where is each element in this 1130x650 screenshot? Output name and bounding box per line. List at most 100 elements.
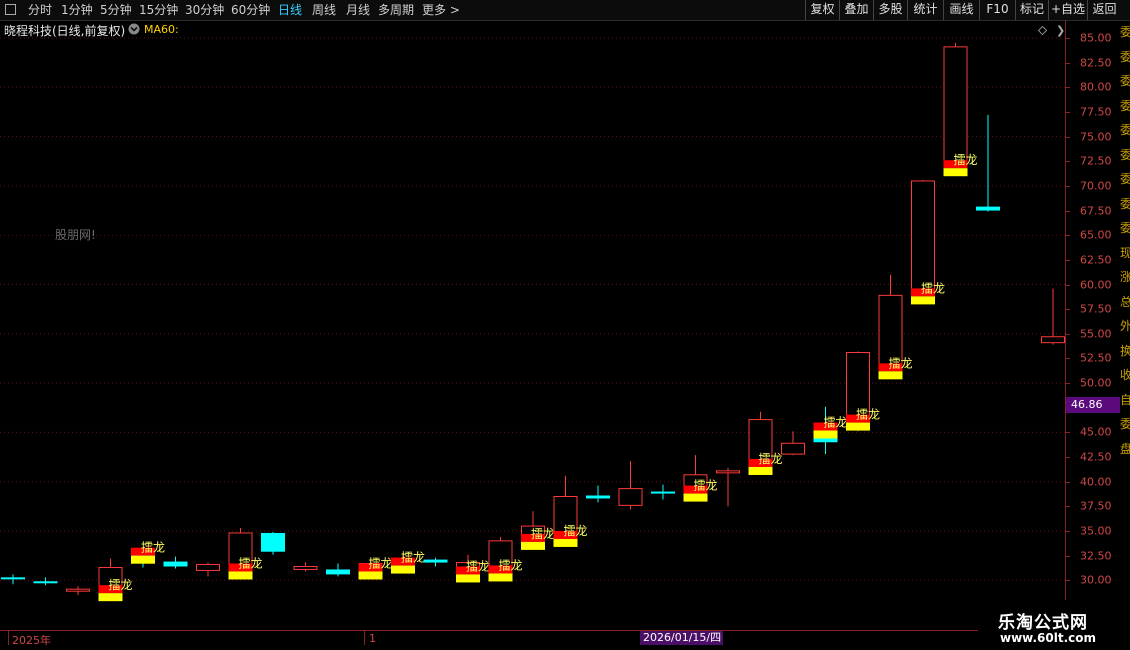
signal-label: 擂龙 [499, 558, 523, 572]
signal-yellow-block [683, 493, 708, 502]
month-label: 1 [369, 632, 376, 645]
price-tick [1066, 161, 1070, 163]
candle-body [651, 491, 675, 494]
candle[interactable] [618, 460, 643, 510]
candle[interactable]: 擂龙 [911, 179, 945, 305]
signal-label: 擂龙 [759, 452, 783, 466]
signal-yellow-block [911, 296, 935, 305]
candle-body [423, 559, 448, 563]
candle[interactable]: 擂龙 [521, 511, 555, 550]
candle-body [618, 488, 643, 506]
price-tick [1066, 87, 1070, 89]
price-tick [1066, 580, 1070, 582]
candle-body [163, 561, 188, 567]
candle[interactable] [586, 485, 610, 503]
candle[interactable] [261, 531, 285, 555]
quote-panel-char: 自 [1120, 392, 1130, 407]
price-tick [1066, 259, 1070, 261]
quote-panel-char: 委 [1120, 196, 1130, 211]
signal-yellow-block [553, 538, 578, 547]
price-tick [1066, 506, 1070, 508]
year-label: 2025年 [12, 634, 51, 647]
candle[interactable]: 擂龙 [846, 351, 880, 432]
candle[interactable] [1041, 288, 1065, 345]
candle[interactable] [163, 556, 188, 569]
quote-panel-char: 委 [1120, 25, 1130, 39]
signal-yellow-block [131, 555, 155, 564]
price-grid [0, 37, 1065, 581]
candle[interactable]: 擂龙 [748, 411, 783, 475]
candle[interactable] [716, 467, 740, 507]
price-tick-label: 42.50 [1080, 450, 1112, 464]
signal-label: 擂龙 [889, 356, 913, 370]
quote-panel-strip: 委委委委委委委委委现涨总外换收自委盘 [1120, 20, 1130, 630]
price-tick-label: 75.00 [1080, 130, 1112, 144]
candle[interactable] [651, 484, 675, 500]
candle[interactable] [423, 557, 448, 567]
site-logo: 乐淘公式网 www.60lt.com [978, 600, 1130, 650]
candle-series: 擂龙擂龙擂龙 擂龙 擂龙擂龙 擂龙擂龙 擂龙擂龙擂龙擂龙擂龙擂龙擂龙擂龙 [1, 42, 1065, 602]
watermark-text: 股朋网! [55, 228, 96, 242]
candle[interactable]: 擂龙 [98, 558, 133, 602]
signal-yellow-block [846, 422, 870, 431]
signal-yellow-block [228, 571, 253, 580]
signal-label: 擂龙 [921, 281, 945, 295]
price-tick-label: 65.00 [1080, 228, 1112, 242]
signal-yellow-block [943, 168, 968, 177]
quote-panel-char: 委 [1120, 98, 1130, 113]
price-tick-label: 70.00 [1080, 179, 1112, 193]
candle[interactable]: 擂龙 [553, 475, 588, 547]
candle[interactable] [33, 577, 58, 586]
candle-body [196, 564, 220, 571]
candle[interactable]: 擂龙 [131, 541, 165, 568]
candle-body [261, 532, 285, 552]
signal-label: 擂龙 [141, 541, 165, 555]
candle-body [1, 577, 25, 580]
candle-body [781, 442, 805, 455]
candle[interactable] [781, 431, 805, 456]
price-tick-label: 32.50 [1080, 549, 1112, 563]
candle[interactable]: 擂龙 [878, 274, 913, 380]
candle[interactable]: 擂龙 [456, 554, 490, 583]
quote-panel-char: 委 [1120, 123, 1130, 137]
price-tick [1066, 38, 1070, 39]
candle[interactable]: 擂龙 [358, 556, 393, 580]
candle[interactable]: 擂龙 [683, 455, 718, 502]
candle[interactable]: 擂龙 [943, 42, 978, 177]
price-tick-label: 40.00 [1080, 475, 1112, 489]
signal-yellow-block [813, 430, 838, 439]
quote-panel-char: 盘 [1120, 441, 1130, 456]
candle[interactable] [66, 586, 90, 596]
price-tick-label: 57.50 [1080, 302, 1112, 316]
signal-label: 擂龙 [856, 408, 880, 422]
quote-panel-char: 委 [1120, 417, 1130, 431]
price-tick-label: 30.00 [1080, 573, 1112, 587]
back-button[interactable]: 返回 [1087, 0, 1121, 20]
candle-body [293, 565, 318, 570]
price-tick [1066, 136, 1070, 138]
signal-label: 擂龙 [954, 153, 978, 167]
quote-panel-char: 换 [1120, 343, 1130, 358]
quote-panel-char: 委 [1120, 172, 1130, 186]
candle[interactable]: 擂龙 [228, 528, 263, 580]
price-tick-label: 82.50 [1080, 56, 1112, 70]
candle[interactable] [326, 563, 350, 577]
candle[interactable] [976, 114, 1000, 212]
candle[interactable]: 擂龙 [813, 406, 848, 455]
signal-label: 擂龙 [239, 556, 263, 570]
signal-label: 擂龙 [109, 578, 133, 592]
signal-yellow-block [878, 371, 903, 380]
candle-body [326, 569, 350, 575]
candle[interactable] [293, 562, 318, 572]
price-tick-label: 80.00 [1080, 80, 1112, 94]
candle[interactable] [196, 562, 220, 577]
price-tick [1066, 531, 1070, 532]
candlestick-chart[interactable]: 擂龙擂龙擂龙 擂龙 擂龙擂龙 擂龙擂龙 擂龙擂龙擂龙擂龙擂龙擂龙擂龙擂龙 [0, 0, 1065, 630]
price-tick-label: 45.00 [1080, 425, 1112, 439]
candle[interactable] [1, 574, 25, 585]
price-tick-label: 85.00 [1080, 31, 1112, 45]
candle[interactable]: 擂龙 [488, 536, 523, 582]
candle[interactable]: 擂龙 [391, 551, 425, 574]
price-tick [1066, 185, 1070, 187]
price-tick [1066, 333, 1070, 335]
